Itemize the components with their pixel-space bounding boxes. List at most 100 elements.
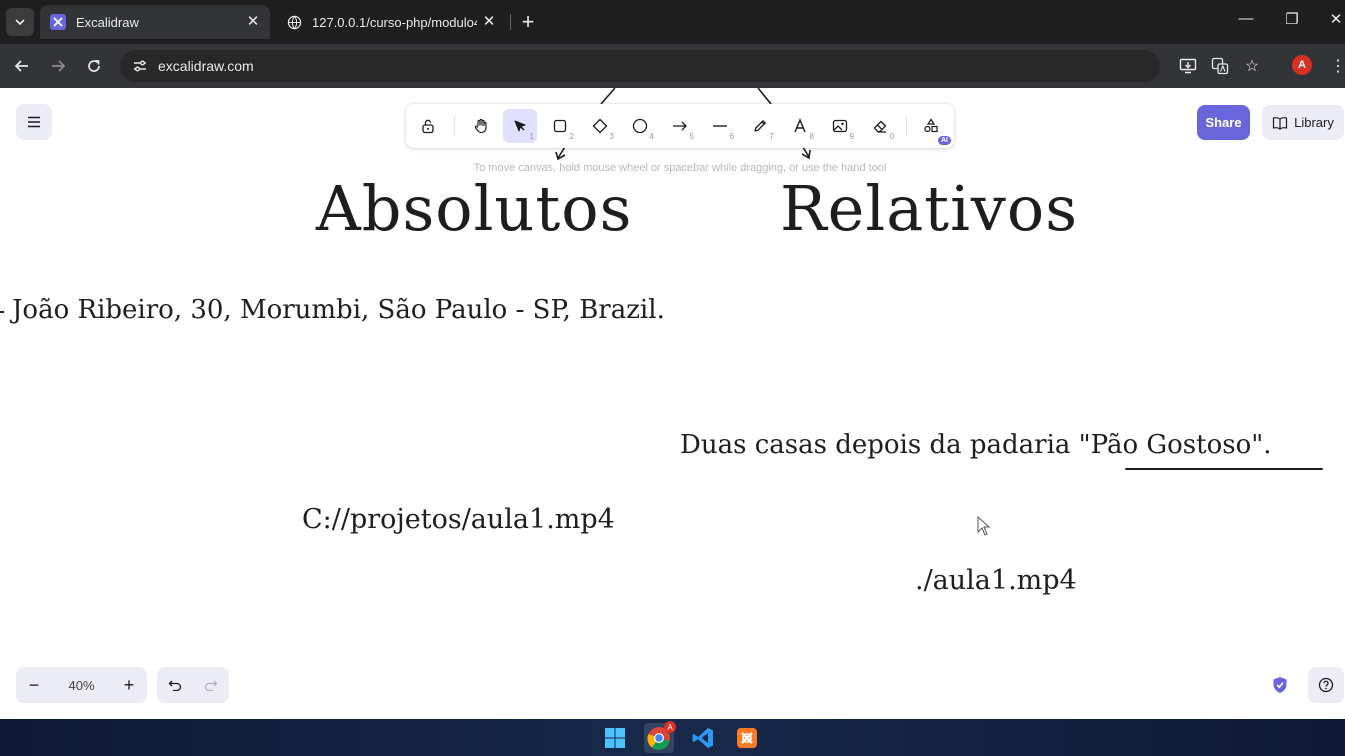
close-tab-icon[interactable]: ✕ <box>244 13 262 31</box>
shapes-icon <box>924 118 938 133</box>
shapes-toolbar: 1 2 3 4 5 6 7 8 9 0 AI <box>406 104 954 148</box>
chevron-down-icon <box>15 19 25 26</box>
help-icon <box>1318 677 1334 693</box>
shortcut-key: 0 <box>889 132 894 141</box>
undo-redo-controls <box>157 667 229 703</box>
arrow-tool[interactable]: 5 <box>663 109 697 143</box>
address-text[interactable]: João Ribeiro, 30, Morumbi, São Paulo - S… <box>12 295 665 325</box>
encryption-shield-icon[interactable] <box>1268 673 1292 697</box>
toolbar-divider <box>454 116 455 136</box>
shortcut-key: 1 <box>529 132 534 141</box>
rectangle-tool[interactable]: 2 <box>543 109 577 143</box>
tab-title: 127.0.0.1/curso-php/modulo4/ <box>312 14 477 30</box>
lock-tool[interactable] <box>411 109 445 143</box>
shortcut-key: 6 <box>729 132 734 141</box>
arrow-icon <box>673 121 687 131</box>
shortcut-key: 5 <box>689 132 694 141</box>
undo-icon <box>168 680 182 691</box>
shortcut-key: 7 <box>769 132 774 141</box>
tab-title: Excalidraw <box>76 14 139 30</box>
image-icon <box>832 119 848 133</box>
excalidraw-favicon <box>50 14 66 30</box>
browser-tab-bar: Excalidraw ✕ 127.0.0.1/curso-php/modulo4… <box>0 0 1345 44</box>
vscode-taskbar-icon[interactable] <box>688 723 718 753</box>
eraser-tool[interactable]: 0 <box>863 109 897 143</box>
text-icon <box>794 118 806 133</box>
shortcut-key: 9 <box>849 132 854 141</box>
url-text: excalidraw.com <box>158 58 254 74</box>
globe-icon <box>286 14 302 30</box>
undo-button[interactable] <box>157 667 193 703</box>
pointer-icon <box>514 120 526 132</box>
library-button[interactable]: Library <box>1262 105 1344 140</box>
zoom-out-button[interactable]: − <box>16 667 52 703</box>
reload-icon[interactable] <box>82 54 106 78</box>
site-settings-icon[interactable] <box>128 54 152 78</box>
close-tab-icon[interactable]: ✕ <box>480 13 498 31</box>
tab-localhost[interactable]: 127.0.0.1/curso-php/modulo4/ ✕ <box>276 5 506 39</box>
install-app-icon[interactable] <box>1176 54 1200 78</box>
line-icon <box>713 125 727 127</box>
eraser-icon <box>873 120 887 133</box>
redo-button[interactable] <box>193 667 229 703</box>
relative-path-text[interactable]: ./aula1.mp4 <box>915 565 1077 596</box>
tab-search-dropdown[interactable] <box>6 8 34 36</box>
absolute-path-text[interactable]: C://projetos/aula1.mp4 <box>302 504 615 535</box>
line-tool[interactable]: 6 <box>703 109 737 143</box>
relative-address-underlined: Pão Gostoso <box>1090 430 1252 460</box>
omnibox[interactable]: excalidraw.com <box>120 50 1160 82</box>
profile-avatar[interactable]: A <box>1292 55 1312 75</box>
diamond-icon <box>592 118 608 134</box>
zoom-level[interactable]: 40% <box>52 667 111 703</box>
draw-tool[interactable]: 7 <box>743 109 777 143</box>
minimize-icon[interactable]: — <box>1234 10 1258 27</box>
underline-stroke <box>1125 468 1323 470</box>
windows-start-icon[interactable] <box>600 723 630 753</box>
restore-icon[interactable]: ❐ <box>1280 10 1304 28</box>
zoom-controls: − 40% + <box>16 667 147 703</box>
chrome-profile-badge: A <box>664 721 676 733</box>
relative-address-text[interactable]: Duas casas depois da padaria "Pão Gostos… <box>680 430 1271 460</box>
chrome-menu-icon[interactable]: ⋮ <box>1326 54 1345 78</box>
relative-address-prefix: Duas casas depois da padaria " <box>680 430 1091 460</box>
address-dash <box>0 311 4 313</box>
shortcut-key: 2 <box>569 132 574 141</box>
diamond-tool[interactable]: 3 <box>583 109 617 143</box>
forward-icon[interactable] <box>46 54 70 78</box>
new-tab-button[interactable]: + <box>518 9 538 35</box>
text-tool[interactable]: 8 <box>783 109 817 143</box>
bookmark-star-icon[interactable]: ☆ <box>1240 54 1264 78</box>
library-label: Library <box>1294 115 1334 130</box>
chrome-taskbar-icon[interactable]: A <box>644 721 676 753</box>
heading-relativos[interactable]: Relativos <box>780 172 1078 245</box>
xampp-taskbar-icon[interactable] <box>732 723 762 753</box>
hand-icon <box>474 118 487 134</box>
selection-tool[interactable]: 1 <box>503 109 537 143</box>
zoom-in-button[interactable]: + <box>111 667 147 703</box>
mouse-cursor-icon <box>977 516 991 536</box>
shortcut-key: 4 <box>649 132 654 141</box>
hand-tool[interactable] <box>464 109 498 143</box>
share-button[interactable]: Share <box>1197 105 1250 140</box>
ellipse-tool[interactable]: 4 <box>623 109 657 143</box>
back-icon[interactable] <box>10 54 34 78</box>
shortcut-key: 3 <box>609 132 614 141</box>
hamburger-icon <box>28 116 40 128</box>
tab-excalidraw[interactable]: Excalidraw ✕ <box>40 5 270 39</box>
pencil-icon <box>754 120 766 132</box>
excalidraw-canvas[interactable]: Absolutos Relativos João Ribeiro, 30, Mo… <box>0 88 1345 719</box>
browser-address-bar: excalidraw.com ☆ ⋮ <box>0 44 1345 88</box>
help-button[interactable] <box>1308 667 1344 703</box>
main-menu-button[interactable] <box>16 104 52 140</box>
close-window-icon[interactable]: ✕ <box>1324 10 1345 28</box>
image-tool[interactable]: 9 <box>823 109 857 143</box>
more-tools[interactable]: AI <box>914 109 951 145</box>
rectangle-icon <box>553 119 567 133</box>
heading-absolutos[interactable]: Absolutos <box>316 172 632 245</box>
windows-taskbar: A <box>0 719 1345 756</box>
ai-badge: AI <box>938 136 951 145</box>
relative-address-suffix: ". <box>1251 430 1272 460</box>
toolbar-divider <box>906 116 907 136</box>
translate-icon[interactable] <box>1208 54 1232 78</box>
shortcut-key: 8 <box>809 132 814 141</box>
